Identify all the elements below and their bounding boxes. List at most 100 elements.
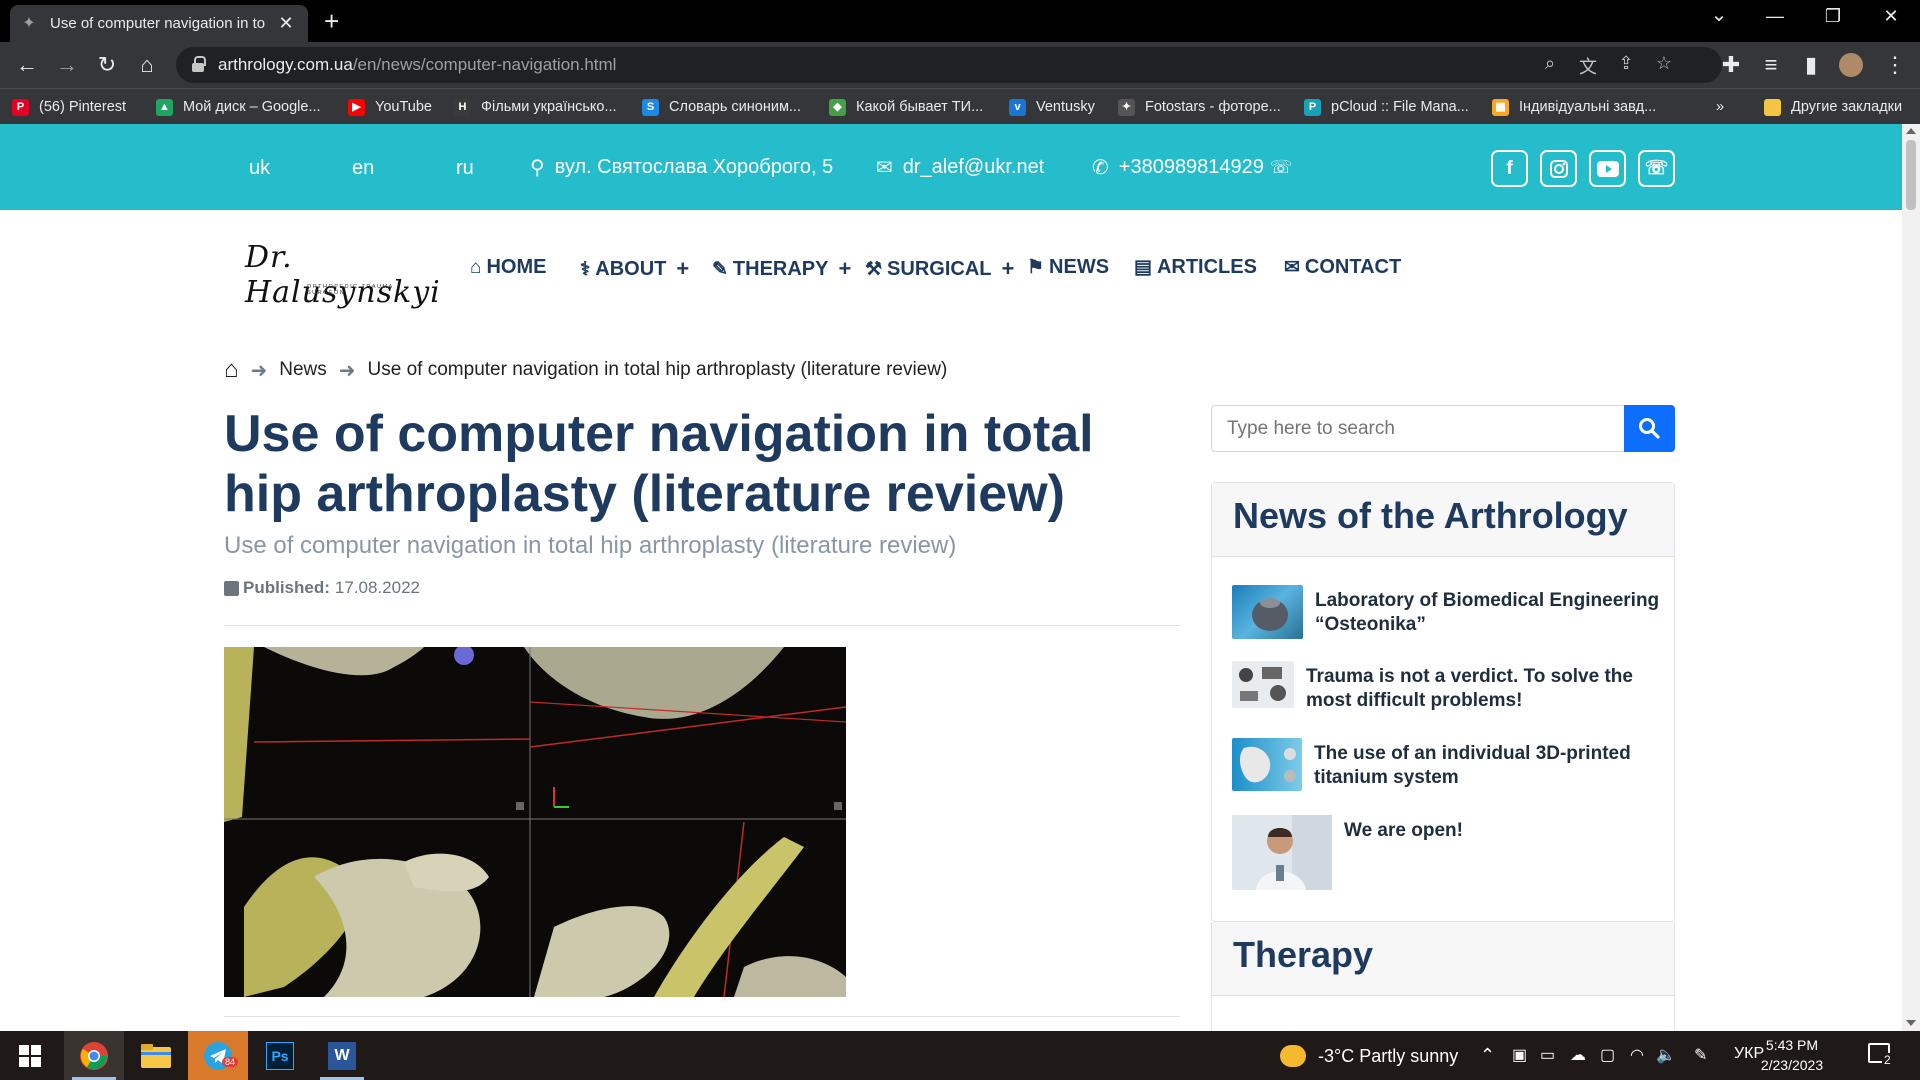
lang-uk-link[interactable]: uk [249, 157, 270, 180]
home-icon[interactable]: ⌂ [224, 356, 239, 384]
bookmark-item[interactable]: PpCloud :: File Mana... [1304, 96, 1469, 118]
screen-icon[interactable]: ▢ [1600, 1045, 1615, 1065]
tray-app-icon[interactable]: ▣ [1512, 1045, 1527, 1065]
extensions-icon[interactable]: ✚ [1716, 50, 1746, 80]
facebook-icon[interactable]: f [1491, 150, 1528, 187]
translate-icon[interactable]: 文 [1576, 53, 1600, 79]
clock[interactable]: 5:43 PM 2/23/2023 [1752, 1035, 1832, 1075]
nav-home[interactable]: ⌂ HOME [470, 256, 546, 279]
news-item-title[interactable]: Trauma is not a verdict. To solve the mo… [1306, 665, 1674, 713]
bookmark-star-icon[interactable]: ☆ [1652, 53, 1676, 74]
bookmark-favicon-icon: ◆ [829, 98, 846, 116]
pen-icon[interactable]: ✎ [1694, 1045, 1707, 1065]
news-thumbnail[interactable] [1232, 815, 1332, 890]
bookmark-item[interactable]: ▲ Мой диск – Google... [156, 96, 321, 118]
wifi-icon[interactable]: ◠ [1630, 1045, 1644, 1065]
search-button[interactable] [1624, 405, 1675, 452]
nav-about[interactable]: ⚕ ABOUT + [580, 256, 689, 282]
lang-en-link[interactable]: en [352, 157, 374, 180]
search-icon[interactable]: ⌕ [1538, 53, 1562, 74]
instagram-icon[interactable] [1540, 150, 1577, 187]
weather-widget[interactable]: -3°C Partly sunny [1280, 1045, 1458, 1067]
photoshop-icon: Ps [266, 1041, 294, 1070]
news-item-title[interactable]: Laboratory of Biomedical Engineering “Os… [1315, 589, 1674, 639]
nav-surgical[interactable]: ⚒ SURGICAL + [865, 256, 1014, 282]
address-bar[interactable]: arthrology.com.ua/en/news/computer-navig… [176, 47, 1722, 83]
bookmark-item[interactable]: ◆ Какой бывает ТИ... [829, 96, 983, 118]
expand-plus-icon[interactable]: + [839, 256, 852, 282]
bookmark-item[interactable]: ✦ Fotostars - фоторе... [1118, 96, 1281, 118]
taskbar-photoshop[interactable]: Ps [250, 1031, 310, 1080]
bookmarks-overflow-button[interactable]: » [1716, 96, 1724, 118]
scroll-thumb[interactable] [1906, 140, 1916, 210]
news-item[interactable]: The use of an individual 3D-printed tita… [1232, 738, 1674, 791]
nav-articles[interactable]: ▤ ARTICLES [1134, 256, 1257, 279]
email-link[interactable]: ✉ dr_alef@ukr.net [876, 155, 1044, 180]
notification-center-icon[interactable]: 2 [1868, 1043, 1893, 1068]
chrome-icon [80, 1041, 108, 1070]
bookmark-item[interactable]: ▦ Індивідуальні завд... [1492, 96, 1656, 118]
bookmark-favicon-icon: ▦ [1492, 98, 1509, 116]
stethoscope-icon: ⚕ [580, 258, 591, 280]
bookmark-favicon-icon: v [1009, 98, 1026, 116]
show-hidden-icons-chevron-icon[interactable]: ⌃ [1480, 1045, 1495, 1066]
news-thumbnail[interactable] [1232, 585, 1303, 639]
media-control-icon[interactable]: ≡ [1756, 50, 1786, 80]
viber-social-icon[interactable]: ☏ [1638, 150, 1675, 187]
bookmark-item[interactable]: P (56) Pinterest [12, 96, 126, 118]
forward-button[interactable]: → [52, 50, 82, 80]
start-button[interactable] [0, 1031, 60, 1080]
close-window-button[interactable]: ✕ [1868, 6, 1914, 27]
site-logo[interactable]: Dr. Halusynskyi ORTHOPEDIC TRAUMA SURGEO… [245, 240, 440, 310]
battery-icon[interactable]: ▭ [1540, 1045, 1555, 1065]
lock-icon[interactable] [192, 56, 206, 72]
taskbar-word[interactable]: W [312, 1031, 372, 1080]
scroll-down-arrow-icon[interactable] [1906, 1020, 1916, 1026]
close-tab-icon[interactable]: ✕ [276, 13, 296, 34]
minimize-button[interactable]: — [1752, 6, 1798, 27]
taskbar-chrome[interactable] [64, 1031, 124, 1080]
nav-news[interactable]: ⚑ NEWS [1027, 256, 1109, 279]
news-item-title[interactable]: The use of an individual 3D-printed tita… [1314, 742, 1674, 791]
bookmark-item[interactable]: H Фільми українсько... [454, 96, 617, 118]
tab-search-chevron-icon[interactable]: ⌄ [1696, 2, 1742, 27]
reload-button[interactable]: ↻ [92, 50, 122, 80]
side-panel-icon[interactable]: ▮ [1796, 50, 1826, 80]
restore-button[interactable]: ❐ [1810, 6, 1856, 27]
browser-menu-icon[interactable]: ⋮ [1880, 50, 1910, 80]
profile-avatar[interactable] [1836, 50, 1866, 80]
new-tab-button[interactable]: + [324, 7, 339, 35]
expand-plus-icon[interactable]: + [1002, 256, 1015, 282]
other-bookmarks-folder[interactable]: Другие закладки [1764, 96, 1902, 118]
bookmark-item[interactable]: v Ventusky [1009, 96, 1095, 118]
home-button[interactable]: ⌂ [132, 50, 162, 80]
news-item[interactable]: Trauma is not a verdict. To solve the mo… [1232, 661, 1674, 713]
page-scrollbar[interactable] [1902, 124, 1920, 1031]
expand-plus-icon[interactable]: + [676, 256, 689, 282]
scroll-up-arrow-icon[interactable] [1906, 128, 1916, 134]
news-item[interactable]: We are open! [1232, 815, 1463, 890]
taskbar-telegram[interactable]: 84 [188, 1031, 248, 1080]
nav-contact[interactable]: ✉ CONTACT [1284, 256, 1401, 279]
lang-ru-link[interactable]: ru [456, 157, 474, 180]
news-item[interactable]: Laboratory of Biomedical Engineering “Os… [1232, 585, 1674, 639]
bookmark-item[interactable]: S Словарь синоним... [642, 96, 801, 118]
url-text[interactable]: arthrology.com.ua/en/news/computer-navig… [218, 55, 616, 75]
news-thumbnail[interactable] [1232, 738, 1302, 791]
taskbar-file-explorer[interactable] [126, 1031, 186, 1080]
bookmark-item[interactable]: ▶ YouTube [348, 96, 432, 118]
breadcrumb-news-link[interactable]: News [279, 359, 327, 381]
news-thumbnail[interactable] [1232, 661, 1294, 708]
youtube-icon[interactable] [1589, 150, 1626, 187]
browser-tab[interactable]: ✦ Use of computer navigation in to ✕ [10, 5, 308, 42]
onedrive-cloud-icon[interactable]: ☁ [1570, 1045, 1586, 1065]
news-item-title[interactable]: We are open! [1344, 819, 1463, 890]
word-icon: W [328, 1041, 356, 1070]
volume-icon[interactable]: 🔈 [1656, 1045, 1676, 1065]
back-button[interactable]: ← [12, 50, 42, 80]
search-input[interactable] [1211, 405, 1625, 452]
nav-therapy[interactable]: ✎ THERAPY + [712, 256, 851, 282]
envelope-icon: ✉ [876, 157, 893, 179]
phone-link[interactable]: ✆ +380989814929 ☏ [1092, 155, 1292, 180]
share-icon[interactable]: ⇪ [1614, 53, 1638, 74]
